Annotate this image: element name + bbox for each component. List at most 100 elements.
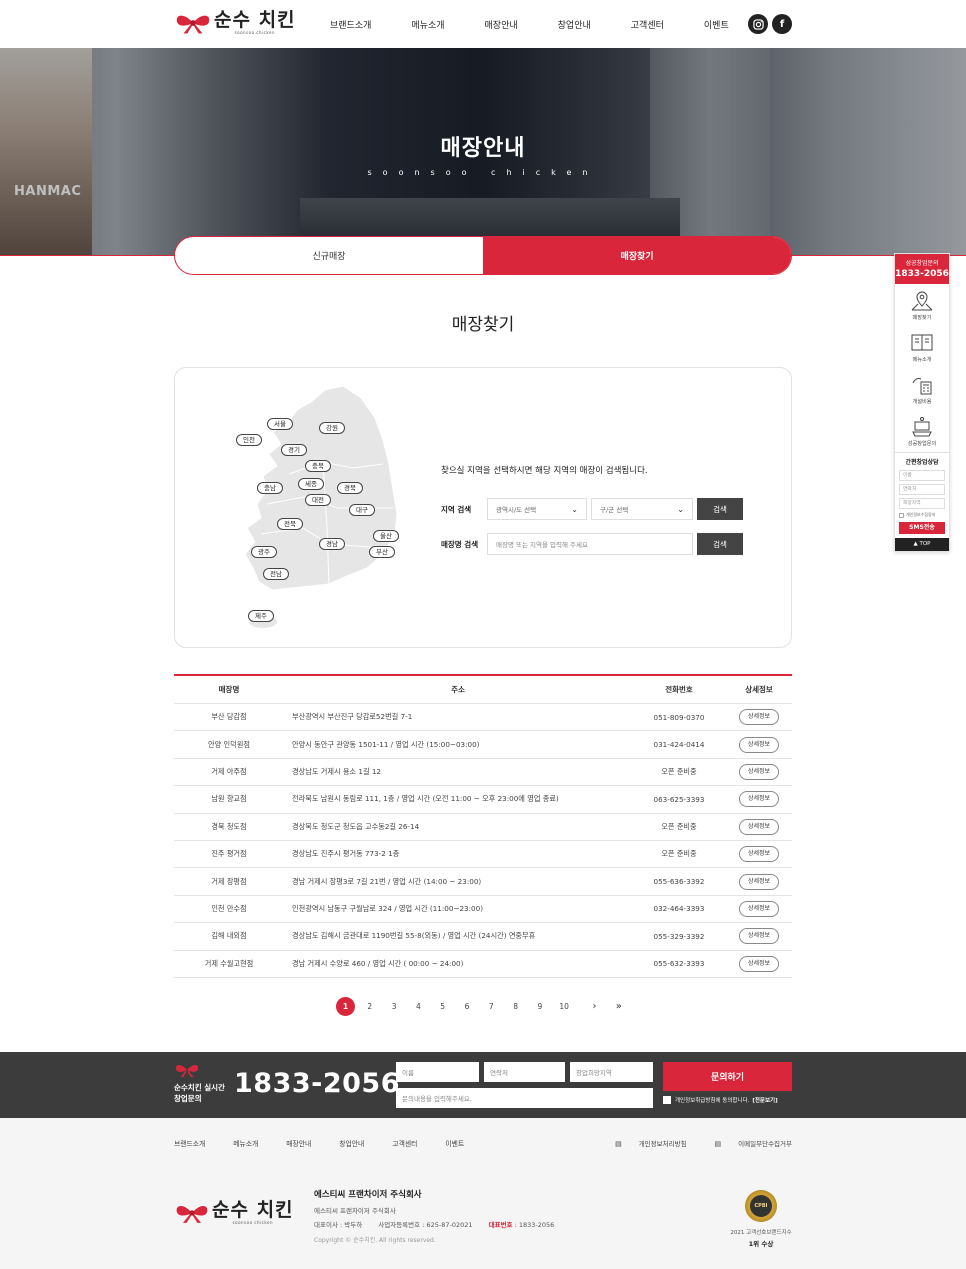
hero-subtitle: soonsoo chicken bbox=[367, 168, 599, 177]
quick-menu-intro[interactable]: 메뉴소개 bbox=[895, 326, 949, 368]
page-5-button[interactable]: 5 bbox=[433, 997, 452, 1016]
nav-brand[interactable]: 브랜드소개 bbox=[330, 18, 371, 31]
store-tel: 031-424-0414 bbox=[653, 740, 705, 750]
site-header: 순수 치킨 soonsoo chicken 브랜드소개 메뉴소개 매장안내 창업… bbox=[0, 0, 966, 48]
nav-menu[interactable]: 메뉴소개 bbox=[411, 18, 444, 31]
quick-phone[interactable]: 성공창업문의 1833-2056 bbox=[895, 254, 949, 284]
inquiry-submit-button[interactable]: 문의하기 bbox=[663, 1062, 792, 1091]
calculator-icon bbox=[912, 377, 932, 394]
quick-contact-input[interactable]: 연락처 bbox=[899, 484, 945, 495]
nav-franchise[interactable]: 창업안내 bbox=[558, 18, 591, 31]
region-search-button[interactable]: 검색 bbox=[697, 498, 743, 520]
footer-nav-customer[interactable]: 고객센터 bbox=[392, 1138, 417, 1148]
quick-consult[interactable]: 성공창업문의 bbox=[895, 410, 949, 452]
quick-agree[interactable]: 개인정보수집동의 bbox=[899, 512, 945, 518]
store-name: 인천 만수점 bbox=[211, 903, 247, 913]
privacy-policy-link[interactable]: ▤ 개인정보처리방침 bbox=[601, 1138, 686, 1148]
page-6-button[interactable]: 6 bbox=[457, 997, 476, 1016]
detail-button[interactable]: 상세정보 bbox=[738, 873, 780, 890]
store-tel: 055-636-3392 bbox=[653, 877, 705, 887]
district-select[interactable]: 구/군 선택 ⌄ bbox=[591, 498, 693, 520]
quick-name-input[interactable]: 이름 bbox=[899, 470, 945, 481]
instagram-icon[interactable] bbox=[748, 14, 768, 34]
province-select[interactable]: 광역시/도 선택 ⌄ bbox=[487, 498, 587, 520]
detail-button[interactable]: 상세정보 bbox=[738, 791, 780, 808]
page-9-button[interactable]: 9 bbox=[530, 997, 549, 1016]
map-region-jeonnam[interactable]: 전남 bbox=[263, 568, 289, 580]
agree-checkbox[interactable] bbox=[663, 1096, 671, 1104]
detail-button[interactable]: 상세정보 bbox=[738, 900, 780, 917]
chevron-down-icon: ⌄ bbox=[677, 504, 684, 514]
map-region-seoul[interactable]: 서울 bbox=[267, 418, 293, 430]
privacy-view-link[interactable]: [전문보기] bbox=[752, 1096, 777, 1104]
map-region-sejong[interactable]: 세종 bbox=[298, 478, 324, 490]
page-2-button[interactable]: 2 bbox=[360, 997, 379, 1016]
map-region-gyeonggi[interactable]: 경기 bbox=[281, 444, 307, 456]
agree-checkbox[interactable] bbox=[899, 512, 904, 518]
document-icon: ▤ bbox=[615, 1140, 622, 1148]
store-address: 경남 거제시 수양로 460 / 영업 시간 ( 00:00 ~ 24:00) bbox=[292, 958, 464, 968]
map-region-ulsan[interactable]: 울산 bbox=[373, 530, 399, 542]
privacy-agree: 개인정보취급방침에 동의합니다. [전문보기] bbox=[663, 1096, 778, 1104]
map-region-daegu[interactable]: 대구 bbox=[349, 504, 375, 516]
cta-area-input[interactable]: 창업희망지역 bbox=[570, 1062, 653, 1082]
cta-name-input[interactable]: 이름 bbox=[396, 1062, 479, 1082]
logo[interactable]: 순수 치킨 soonsoo chicken bbox=[174, 10, 296, 35]
next-page-icon[interactable]: › bbox=[585, 997, 604, 1016]
quick-cost[interactable]: 개설비용 bbox=[895, 368, 949, 410]
name-search-button[interactable]: 검색 bbox=[697, 533, 743, 555]
table-row: 진주 평거점 경상남도 진주시 평거동 773-2 1층 오픈 준비중 상세정보 bbox=[174, 841, 792, 869]
nav-store[interactable]: 매장안내 bbox=[485, 18, 518, 31]
page-1-button[interactable]: 1 bbox=[336, 997, 355, 1016]
map-region-jeonbuk[interactable]: 전북 bbox=[277, 518, 303, 530]
ribbon-logo-icon bbox=[176, 15, 210, 33]
detail-button[interactable]: 상세정보 bbox=[738, 928, 780, 945]
sms-send-button[interactable]: SMS전송 bbox=[899, 522, 945, 534]
map-region-gwangju[interactable]: 광주 bbox=[251, 546, 277, 558]
facebook-icon[interactable]: f bbox=[772, 14, 792, 34]
award-badge: CPBI 2021 고객선호브랜드지수 1위 수상 bbox=[726, 1190, 796, 1248]
table-row: 남원 향교점 전라북도 남원시 동림로 111, 1층 / 영업 시간 (오전 1… bbox=[174, 786, 792, 814]
map-region-chungnam[interactable]: 충남 bbox=[257, 482, 283, 494]
store-tel: 063-625-3393 bbox=[653, 794, 705, 804]
footer-nav-menu[interactable]: 메뉴소개 bbox=[233, 1138, 258, 1148]
page-4-button[interactable]: 4 bbox=[409, 997, 428, 1016]
footer-nav-event[interactable]: 이벤트 bbox=[445, 1138, 464, 1148]
detail-button[interactable]: 상세정보 bbox=[738, 736, 780, 753]
map-region-daejeon[interactable]: 대전 bbox=[305, 494, 331, 506]
tab-new-store[interactable]: 신규매장 bbox=[175, 237, 483, 274]
email-refusal-link[interactable]: ▤ 이메일무단수집거부 bbox=[701, 1138, 792, 1148]
map-region-jeju[interactable]: 제주 bbox=[248, 610, 274, 622]
cta-contact-input[interactable]: 연락처 bbox=[484, 1062, 565, 1082]
detail-button[interactable]: 상세정보 bbox=[738, 846, 780, 863]
detail-button[interactable]: 상세정보 bbox=[738, 955, 780, 972]
company-info: 에스티씨 프랜차이저 주식회사 에스티씨 프랜차이저 주식회사 대표이사 : 박… bbox=[314, 1188, 582, 1248]
map-region-busan[interactable]: 부산 bbox=[369, 546, 395, 558]
scroll-top-button[interactable]: ▲ TOP bbox=[895, 538, 949, 551]
last-page-icon[interactable]: » bbox=[609, 997, 628, 1016]
footer-nav-store[interactable]: 매장안내 bbox=[286, 1138, 311, 1148]
nav-customer[interactable]: 고객센터 bbox=[631, 18, 664, 31]
page-3-button[interactable]: 3 bbox=[385, 997, 404, 1016]
map-region-gyeongnam[interactable]: 경남 bbox=[319, 538, 345, 550]
cta-message-input[interactable]: 문의내용을 입력해주세요. bbox=[396, 1088, 653, 1108]
page-7-button[interactable]: 7 bbox=[482, 997, 501, 1016]
nav-event[interactable]: 이벤트 bbox=[704, 18, 729, 31]
detail-button[interactable]: 상세정보 bbox=[738, 763, 780, 780]
quick-find-store[interactable]: 매장찾기 bbox=[895, 284, 949, 326]
map-region-gyeongbuk[interactable]: 경북 bbox=[337, 482, 363, 494]
footer-nav-brand[interactable]: 브랜드소개 bbox=[174, 1138, 205, 1148]
footer-policy-links: ▤ 개인정보처리방침 ▤ 이메일무단수집거부 bbox=[587, 1138, 792, 1148]
page-10-button[interactable]: 10 bbox=[555, 997, 574, 1016]
store-name-input[interactable]: 매장명 또는 지역을 입력해 주세요 bbox=[487, 533, 693, 555]
tab-find-store[interactable]: 매장찾기 bbox=[483, 237, 791, 274]
map-region-incheon[interactable]: 인천 bbox=[236, 434, 262, 446]
footer-nav-franchise[interactable]: 창업안내 bbox=[339, 1138, 364, 1148]
map-region-chungbuk[interactable]: 충북 bbox=[305, 460, 331, 472]
detail-button[interactable]: 상세정보 bbox=[738, 818, 780, 835]
sub-tabs: 신규매장 매장찾기 bbox=[174, 236, 792, 275]
page-8-button[interactable]: 8 bbox=[506, 997, 525, 1016]
quick-area-input[interactable]: 희망지역 bbox=[899, 498, 945, 509]
map-region-gangwon[interactable]: 강원 bbox=[319, 422, 345, 434]
detail-button[interactable]: 상세정보 bbox=[738, 709, 780, 726]
